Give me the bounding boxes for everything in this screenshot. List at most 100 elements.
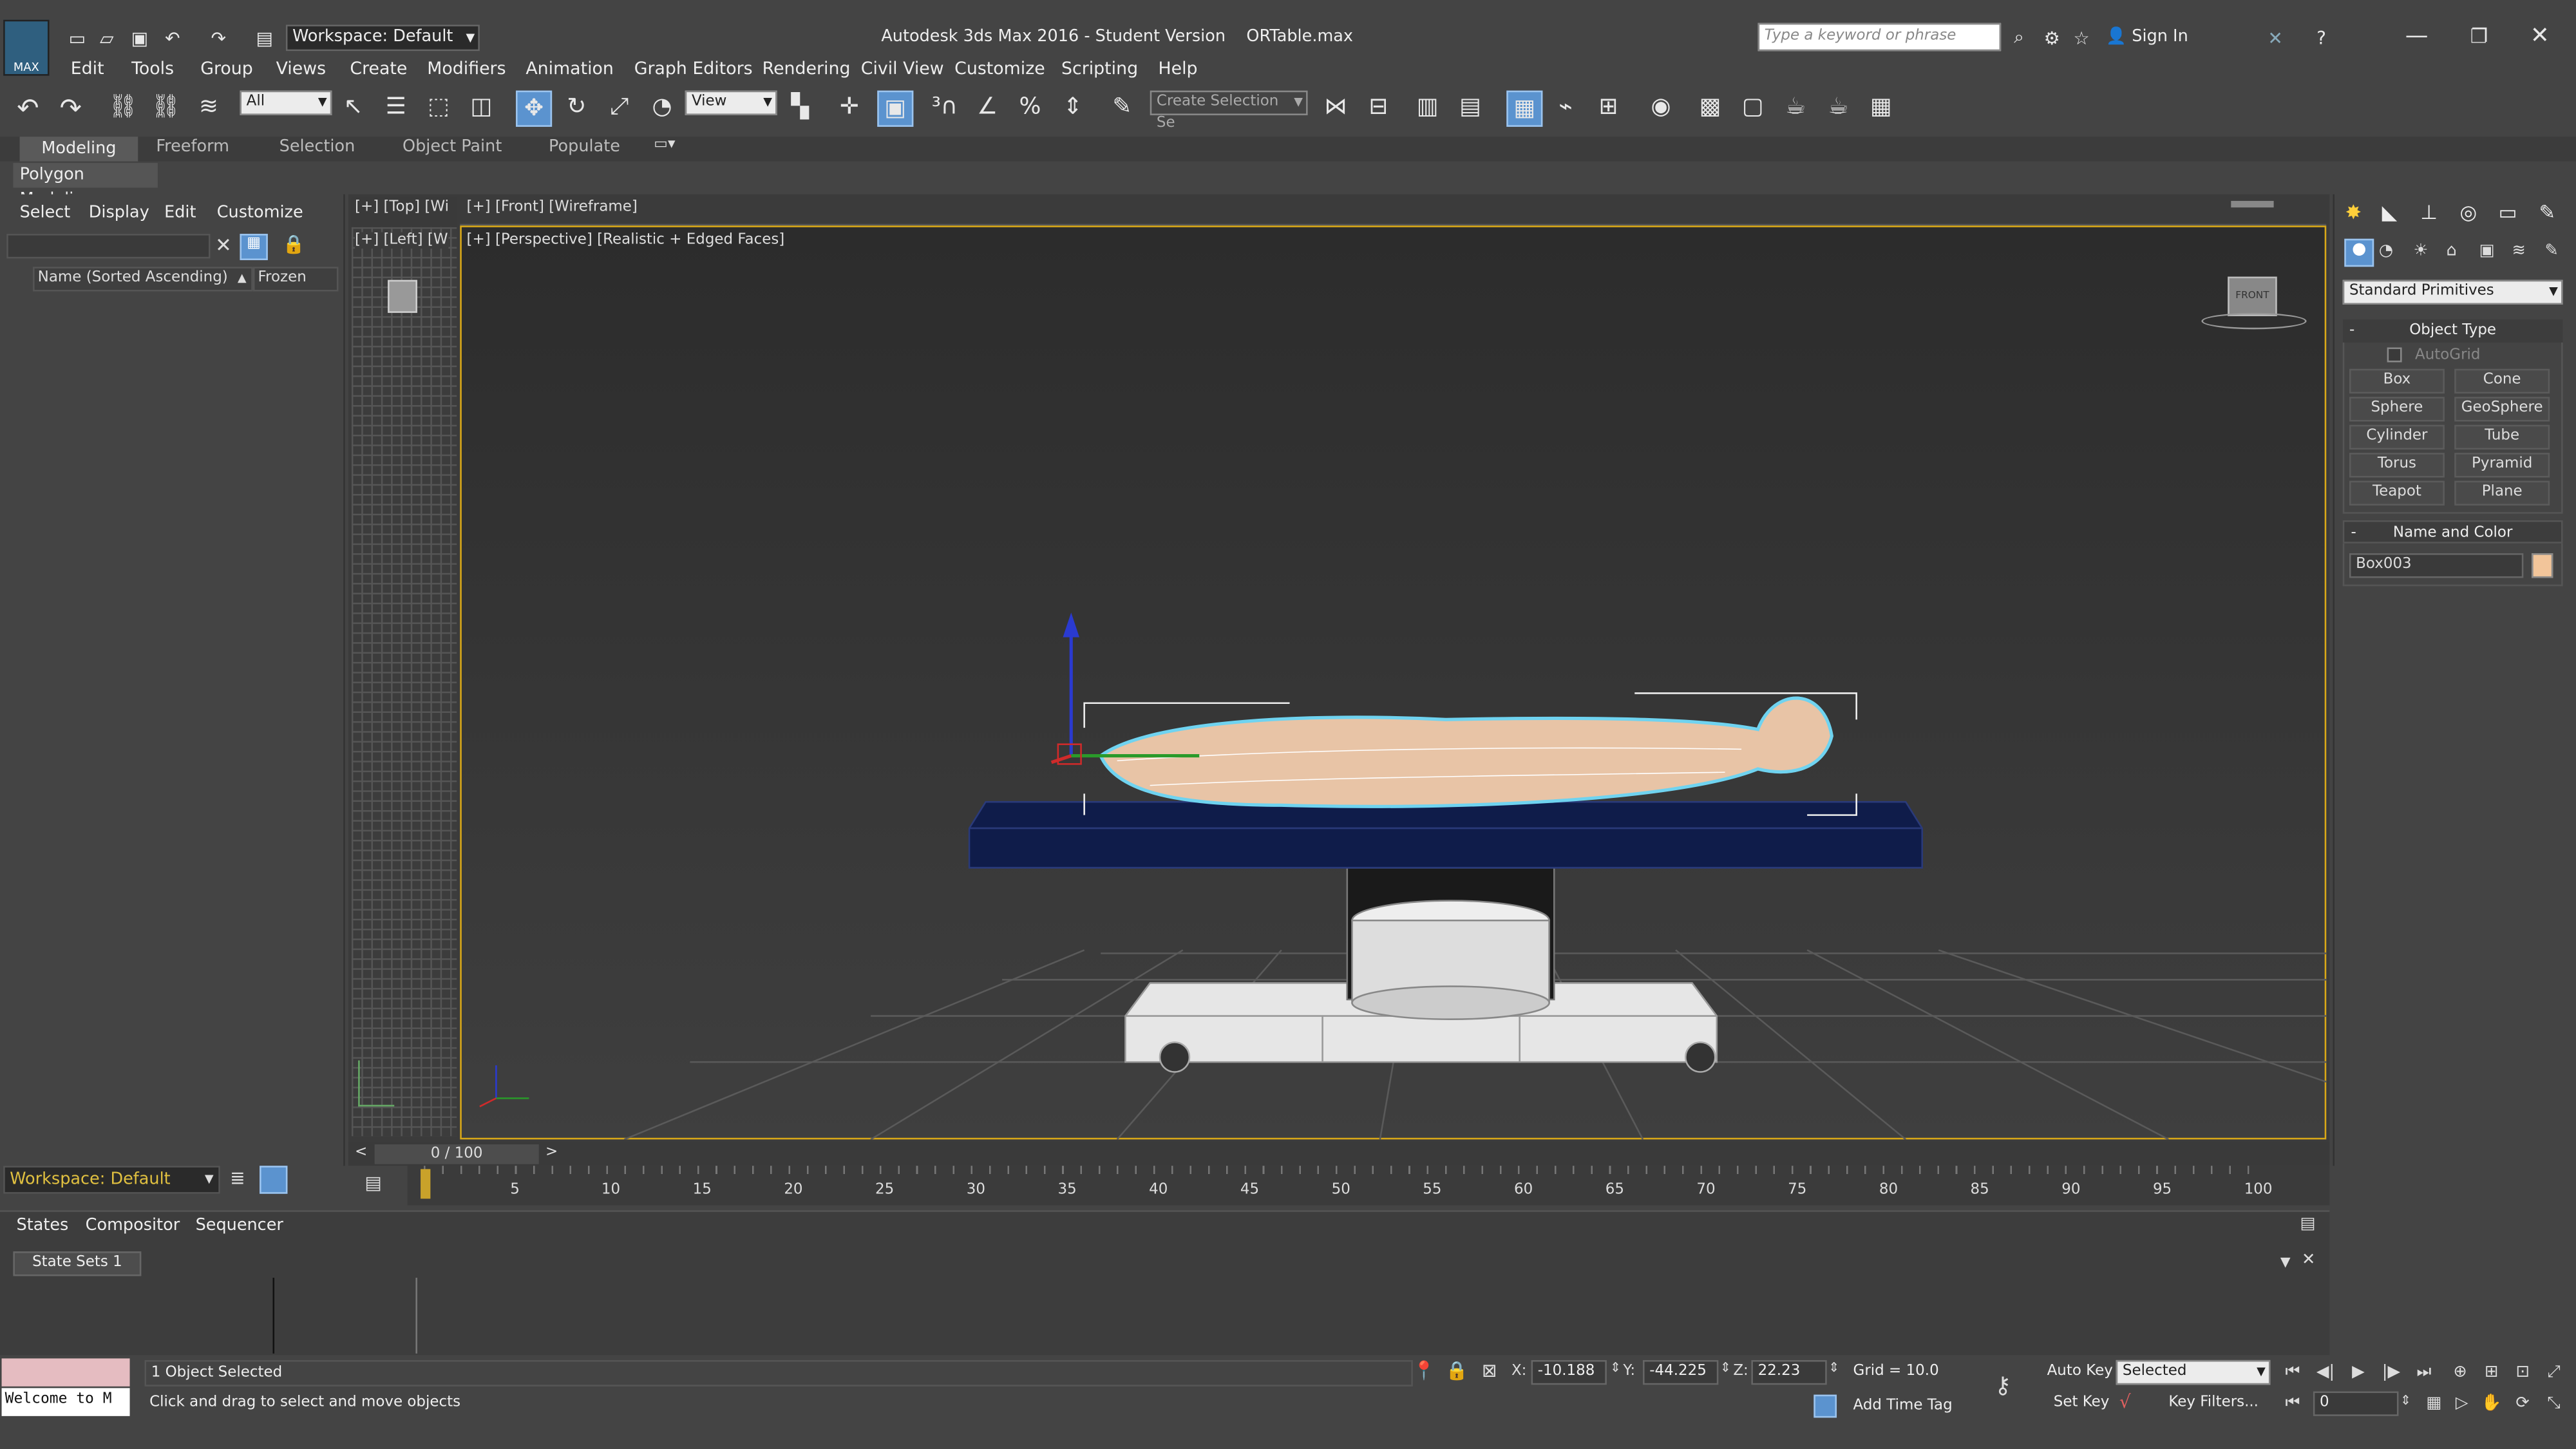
mini-curve-editor-icon[interactable]: ▤ xyxy=(365,1172,382,1193)
object-type-rollout-header[interactable]: - Object Type xyxy=(2342,319,2563,343)
selection-lock-icon[interactable]: 🔒 xyxy=(1446,1360,1468,1381)
favorites-star-icon[interactable]: ☆ xyxy=(2067,23,2096,53)
go-to-start-icon[interactable]: ⏮ xyxy=(2280,1360,2305,1385)
add-time-tag[interactable]: Add Time Tag xyxy=(1853,1398,1953,1415)
schematic-view-icon[interactable]: ⊞ xyxy=(1593,92,1623,122)
play-icon[interactable]: ▶ xyxy=(2346,1360,2371,1385)
viewport-left-label[interactable]: [+] [Left] [W xyxy=(355,232,448,249)
primitive-category-dropdown[interactable]: Standard Primitives ▼ xyxy=(2342,279,2563,305)
menu-scripting[interactable]: Scripting xyxy=(1061,59,1138,79)
pivot-center-icon[interactable]: ▚ xyxy=(785,92,815,122)
utilities-tab-icon[interactable]: ✎ xyxy=(2533,198,2561,225)
frame-spinner-icon[interactable]: ⇕ xyxy=(2400,1393,2411,1408)
state-sets-tab-states[interactable]: States xyxy=(17,1217,69,1235)
curve-editor-icon[interactable]: ⌁ xyxy=(1551,92,1580,122)
menu-help[interactable]: Help xyxy=(1158,59,1197,79)
x-spinner-icon[interactable]: ⇕ xyxy=(1610,1360,1621,1375)
menu-civil-view[interactable]: Civil View xyxy=(861,59,944,79)
next-frame-icon[interactable]: |▶ xyxy=(2379,1360,2403,1385)
state-sets-menu-icon[interactable]: ▤ xyxy=(2300,1215,2315,1233)
hierarchy-tab-icon[interactable]: ⊥ xyxy=(2415,198,2443,225)
current-frame-field[interactable]: 0 xyxy=(2313,1391,2399,1416)
maxscript-listener-input[interactable]: Welcome to M xyxy=(1,1388,130,1416)
window-crossing-icon[interactable]: ◫ xyxy=(466,92,496,122)
scene-explorer-menu-select[interactable]: Select xyxy=(20,204,71,222)
named-selection-sets-dropdown[interactable]: Create Selection Se ▼ xyxy=(1150,90,1308,132)
torus-button[interactable]: Torus xyxy=(2349,453,2445,478)
scene-explorer-icon[interactable]: ▦ xyxy=(1506,90,1543,127)
sphere-button[interactable]: Sphere xyxy=(2349,397,2445,422)
object-name-field[interactable]: Box003 xyxy=(2349,553,2524,578)
state-sets-close-icon[interactable]: ✕ xyxy=(2302,1251,2315,1269)
time-slider-prev-icon[interactable]: < xyxy=(355,1144,367,1161)
select-and-scale-icon[interactable]: ⤢ xyxy=(605,92,634,122)
select-object-icon[interactable]: ↖ xyxy=(339,92,368,122)
render-iterative-icon[interactable]: ☕ xyxy=(1824,92,1853,122)
zoom-extents-icon[interactable]: ⊕ xyxy=(2448,1360,2472,1385)
previous-frame-icon[interactable]: ◀| xyxy=(2313,1360,2338,1385)
select-by-name-icon[interactable]: ☰ xyxy=(381,92,411,122)
maximize-toggle-icon[interactable]: ⤡ xyxy=(2541,1392,2566,1416)
current-frame-marker[interactable] xyxy=(421,1169,431,1199)
menu-animation[interactable]: Animation xyxy=(526,59,614,79)
align-icon[interactable]: ⊟ xyxy=(1363,92,1393,122)
fov-icon[interactable]: ▷ xyxy=(2450,1392,2474,1416)
project-folder-icon[interactable]: ▤ xyxy=(250,23,279,53)
geosphere-button[interactable]: GeoSphere xyxy=(2454,397,2550,422)
rect-selection-icon[interactable]: ⬚ xyxy=(424,92,453,122)
find-case-sensitive-icon[interactable]: ▦ xyxy=(240,234,268,260)
state-set-tab[interactable]: State Sets 1 xyxy=(13,1251,142,1276)
menu-create[interactable]: Create xyxy=(350,59,407,79)
menu-group[interactable]: Group xyxy=(200,59,253,79)
key-icon[interactable]: ⚷ xyxy=(1994,1373,2011,1399)
isolate-selection-icon[interactable]: 📍 xyxy=(1413,1360,1435,1381)
pan-view-icon[interactable]: ✋ xyxy=(2479,1392,2503,1416)
display-tab-icon[interactable]: ▭ xyxy=(2494,198,2521,225)
zoom-extents-selected-icon[interactable]: ⊡ xyxy=(2510,1360,2535,1385)
cone-button[interactable]: Cone xyxy=(2454,368,2550,394)
mirror-icon[interactable]: ⋈ xyxy=(1321,92,1350,122)
systems-category-icon[interactable]: ✎ xyxy=(2545,242,2559,260)
name-color-rollout-header[interactable]: - Name and Color xyxy=(2342,520,2563,544)
percent-snap-icon[interactable]: % xyxy=(1016,92,1045,122)
binoculars-icon[interactable]: ⌕ xyxy=(2004,23,2034,53)
minimize-icon[interactable]: — xyxy=(2402,21,2432,51)
select-manipulate-icon[interactable]: ✛ xyxy=(835,92,864,122)
undo-small-icon[interactable]: ↶ xyxy=(158,23,187,53)
state-sets-tab-sequencer[interactable]: Sequencer xyxy=(196,1217,283,1235)
left-viewcube[interactable] xyxy=(388,279,417,313)
plane-button[interactable]: Plane xyxy=(2454,480,2550,506)
add-time-tag-icon[interactable] xyxy=(1814,1394,1837,1418)
shapes-category-icon[interactable]: ◔ xyxy=(2379,242,2393,260)
menu-customize[interactable]: Customize xyxy=(954,59,1045,79)
keyboard-shortcut-override-icon[interactable]: ▣ xyxy=(877,90,914,127)
restore-icon[interactable]: ❐ xyxy=(2465,21,2494,51)
lock-icon[interactable]: 🔒 xyxy=(283,234,305,255)
infocenter-icon[interactable]: ⚙ xyxy=(2037,23,2067,53)
viewport-top-label[interactable]: [+] [Top] [Wi xyxy=(355,199,449,216)
go-to-end-icon[interactable]: ⏭ xyxy=(2412,1360,2436,1385)
render-production-icon[interactable]: ☕ xyxy=(1781,92,1810,122)
a360-render-icon[interactable]: ▦ xyxy=(1866,92,1896,122)
viewport-front[interactable] xyxy=(460,198,2327,226)
save-icon[interactable]: ▣ xyxy=(125,23,155,53)
viewport-layout-indicator[interactable] xyxy=(2231,200,2274,208)
menu-edit[interactable]: Edit xyxy=(71,59,104,79)
ribbon-polygon-modeling[interactable]: Polygon Modeling xyxy=(13,163,158,209)
box-button[interactable]: Box xyxy=(2349,368,2445,394)
render-setup-icon[interactable]: ▩ xyxy=(1696,92,1725,122)
snaps-toggle-icon[interactable]: ³∩ xyxy=(930,92,960,122)
scene-explorer-menu-customize[interactable]: Customize xyxy=(217,204,303,222)
material-editor-icon[interactable]: ◉ xyxy=(1646,92,1676,122)
link-icon[interactable]: ⛓ xyxy=(108,92,138,122)
teapot-button[interactable]: Teapot xyxy=(2349,480,2445,506)
select-and-rotate-icon[interactable]: ↻ xyxy=(562,92,591,122)
x-coord-field[interactable]: -10.188 xyxy=(1531,1359,1607,1385)
geometry-category-icon[interactable]: ● xyxy=(2344,238,2374,267)
set-keys-icon[interactable]: √ xyxy=(2119,1392,2131,1413)
edit-named-sets-icon[interactable]: ✎ xyxy=(1107,92,1137,122)
spacewarps-category-icon[interactable]: ≋ xyxy=(2512,242,2526,260)
sign-in-button[interactable]: 👤 Sign In xyxy=(2106,28,2188,46)
select-and-move-icon[interactable]: ✥ xyxy=(516,90,553,127)
ribbon-tab-populate[interactable]: Populate xyxy=(549,138,620,156)
